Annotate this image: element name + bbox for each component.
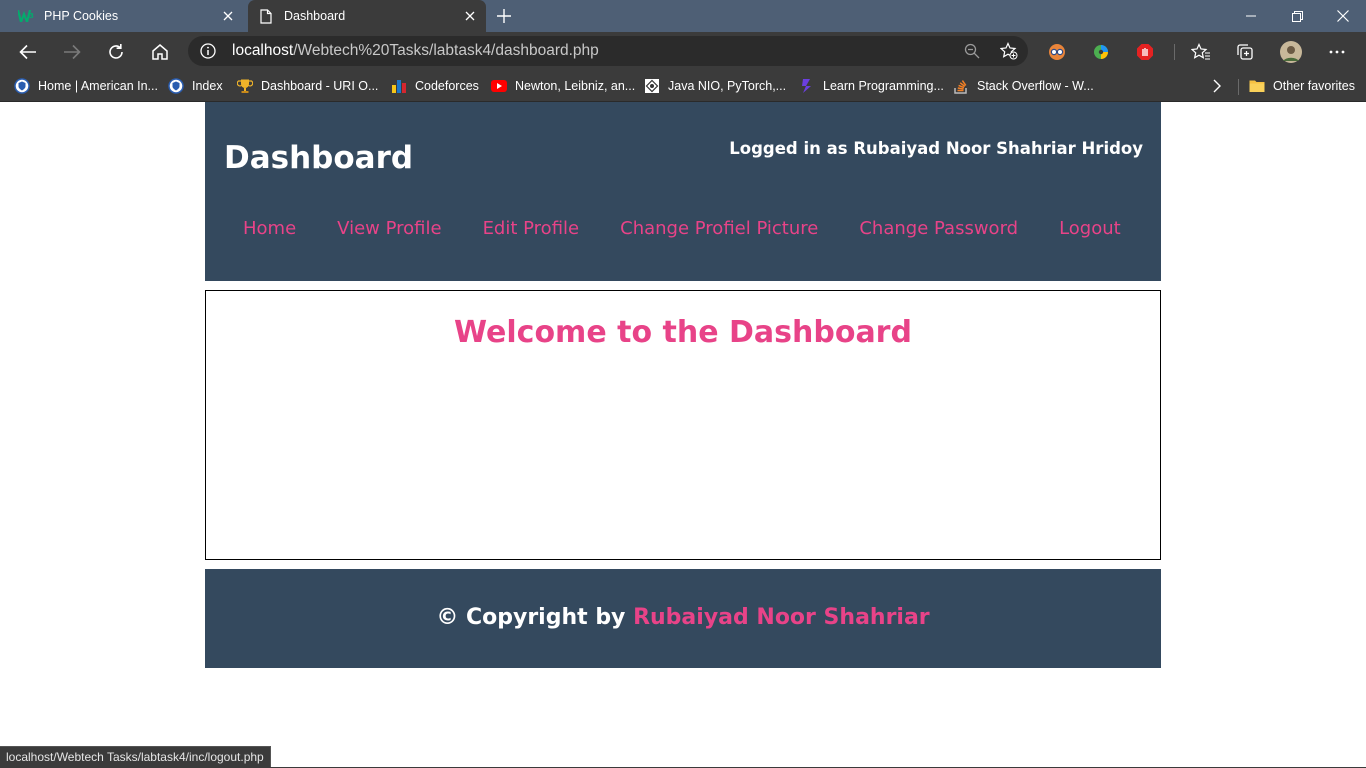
bookmark-item[interactable]: Dashboard - URI O... [237, 76, 378, 96]
puzzle-icon [644, 78, 660, 94]
forward-icon[interactable] [56, 36, 88, 68]
page-icon [258, 8, 274, 24]
url-host: localhost [232, 42, 294, 59]
nav-logout-link[interactable]: Logout [1059, 218, 1121, 239]
bookmark-label: Newton, Leibniz, an... [515, 79, 636, 93]
new-tab-icon[interactable] [492, 4, 516, 28]
bookmark-label: Dashboard - URI O... [261, 79, 379, 93]
bookmark-item[interactable]: Java NIO, PyTorch,... [644, 76, 786, 96]
close-tab-icon[interactable] [458, 4, 482, 28]
svg-text:3: 3 [29, 12, 34, 20]
toolbar-separator [1174, 44, 1175, 60]
status-bar-url: localhost/Webtech Tasks/labtask4/inc/log… [0, 746, 271, 767]
address-bar[interactable]: localhost/Webtech%20Tasks/labtask4/dashb… [188, 36, 1028, 66]
bookmark-label: Learn Programming... [823, 79, 944, 93]
site-footer: © Copyright by Rubaiyad Noor Shahriar [205, 569, 1161, 668]
extension-color-icon[interactable] [1090, 41, 1112, 63]
web-page: Dashboard Logged in as Rubaiyad Noor Sha… [0, 102, 1366, 768]
trophy-icon [237, 78, 253, 94]
browser-toolbar: localhost/Webtech%20Tasks/labtask4/dashb… [0, 32, 1366, 71]
bookmarks-overflow-chevron-icon[interactable] [1212, 76, 1222, 96]
minimize-icon[interactable] [1228, 0, 1274, 32]
bookmark-label: Index [192, 79, 223, 93]
close-window-icon[interactable] [1320, 0, 1366, 32]
refresh-icon[interactable] [100, 36, 132, 68]
main-nav: Home View Profile Edit Profile Change Pr… [243, 218, 1121, 239]
extension-adblock-icon[interactable] [1134, 41, 1156, 63]
copyright-author: Rubaiyad Noor Shahriar [633, 605, 930, 630]
bookmark-label: Stack Overflow - W... [977, 79, 1094, 93]
nav-change-password-link[interactable]: Change Password [859, 218, 1018, 239]
copyright-text: © Copyright by Rubaiyad Noor Shahriar [205, 605, 1161, 630]
nav-edit-profile-link[interactable]: Edit Profile [483, 218, 580, 239]
zoom-icon[interactable] [962, 41, 982, 61]
extension-glasses-icon[interactable] [1046, 41, 1068, 63]
other-favorites-folder[interactable]: Other favorites [1249, 76, 1355, 96]
bookmark-item[interactable]: Codeforces [391, 76, 479, 96]
info-icon[interactable] [200, 43, 216, 59]
copyright-prefix: © Copyright by [436, 605, 626, 630]
content-box: Welcome to the Dashboard [205, 290, 1161, 560]
nav-change-picture-link[interactable]: Change Profiel Picture [620, 218, 818, 239]
browser-titlebar: 3 PHP Cookies Dashboard [0, 0, 1366, 32]
tab-dashboard[interactable]: Dashboard [248, 0, 486, 32]
back-icon[interactable] [12, 36, 44, 68]
home-icon[interactable] [144, 36, 176, 68]
restore-icon[interactable] [1274, 0, 1320, 32]
youtube-icon [491, 78, 507, 94]
close-tab-icon[interactable] [216, 4, 240, 28]
w3schools-icon: 3 [18, 8, 34, 24]
logged-in-status: Logged in as Rubaiyad Noor Shahriar Hrid… [729, 139, 1143, 158]
tab-title: PHP Cookies [44, 9, 119, 23]
folder-icon [1249, 78, 1265, 94]
bookmarks-separator [1238, 79, 1239, 95]
bookmark-item[interactable]: Newton, Leibniz, an... [491, 76, 635, 96]
url-path: /Webtech%20Tasks/labtask4/dashboard.php [293, 42, 599, 59]
code-icon [799, 78, 815, 94]
welcome-heading: Welcome to the Dashboard [454, 315, 912, 350]
shield-icon [168, 78, 184, 94]
collections-icon[interactable] [1234, 41, 1256, 63]
bookmark-item[interactable]: Home | American In... [14, 76, 158, 96]
nav-view-profile-link[interactable]: View Profile [337, 218, 441, 239]
bookmark-label: Codeforces [415, 79, 479, 93]
bar-chart-icon [391, 78, 407, 94]
nav-home-link[interactable]: Home [243, 218, 296, 239]
bookmark-item[interactable]: Index [168, 76, 223, 96]
url-text[interactable]: localhost/Webtech%20Tasks/labtask4/dashb… [232, 42, 599, 60]
more-menu-icon[interactable] [1326, 41, 1348, 63]
avatar[interactable] [1280, 41, 1302, 63]
tab-php-cookies[interactable]: 3 PHP Cookies [8, 0, 244, 32]
add-favorite-icon[interactable] [999, 41, 1019, 61]
bookmark-item[interactable]: Stack Overflow - W... [953, 76, 1094, 96]
favorites-icon[interactable] [1190, 41, 1212, 63]
shield-icon [14, 78, 30, 94]
stackoverflow-icon [953, 78, 969, 94]
site-header: Dashboard Logged in as Rubaiyad Noor Sha… [205, 102, 1161, 281]
bookmarks-bar: Home | American In... Index Dashboard - … [0, 71, 1366, 102]
bookmark-label: Java NIO, PyTorch,... [668, 79, 787, 93]
other-favorites-label: Other favorites [1273, 79, 1355, 93]
bookmark-label: Home | American In... [38, 79, 158, 93]
page-title: Dashboard [224, 140, 414, 176]
bookmark-item[interactable]: Learn Programming... [799, 76, 944, 96]
tab-title: Dashboard [284, 9, 346, 23]
